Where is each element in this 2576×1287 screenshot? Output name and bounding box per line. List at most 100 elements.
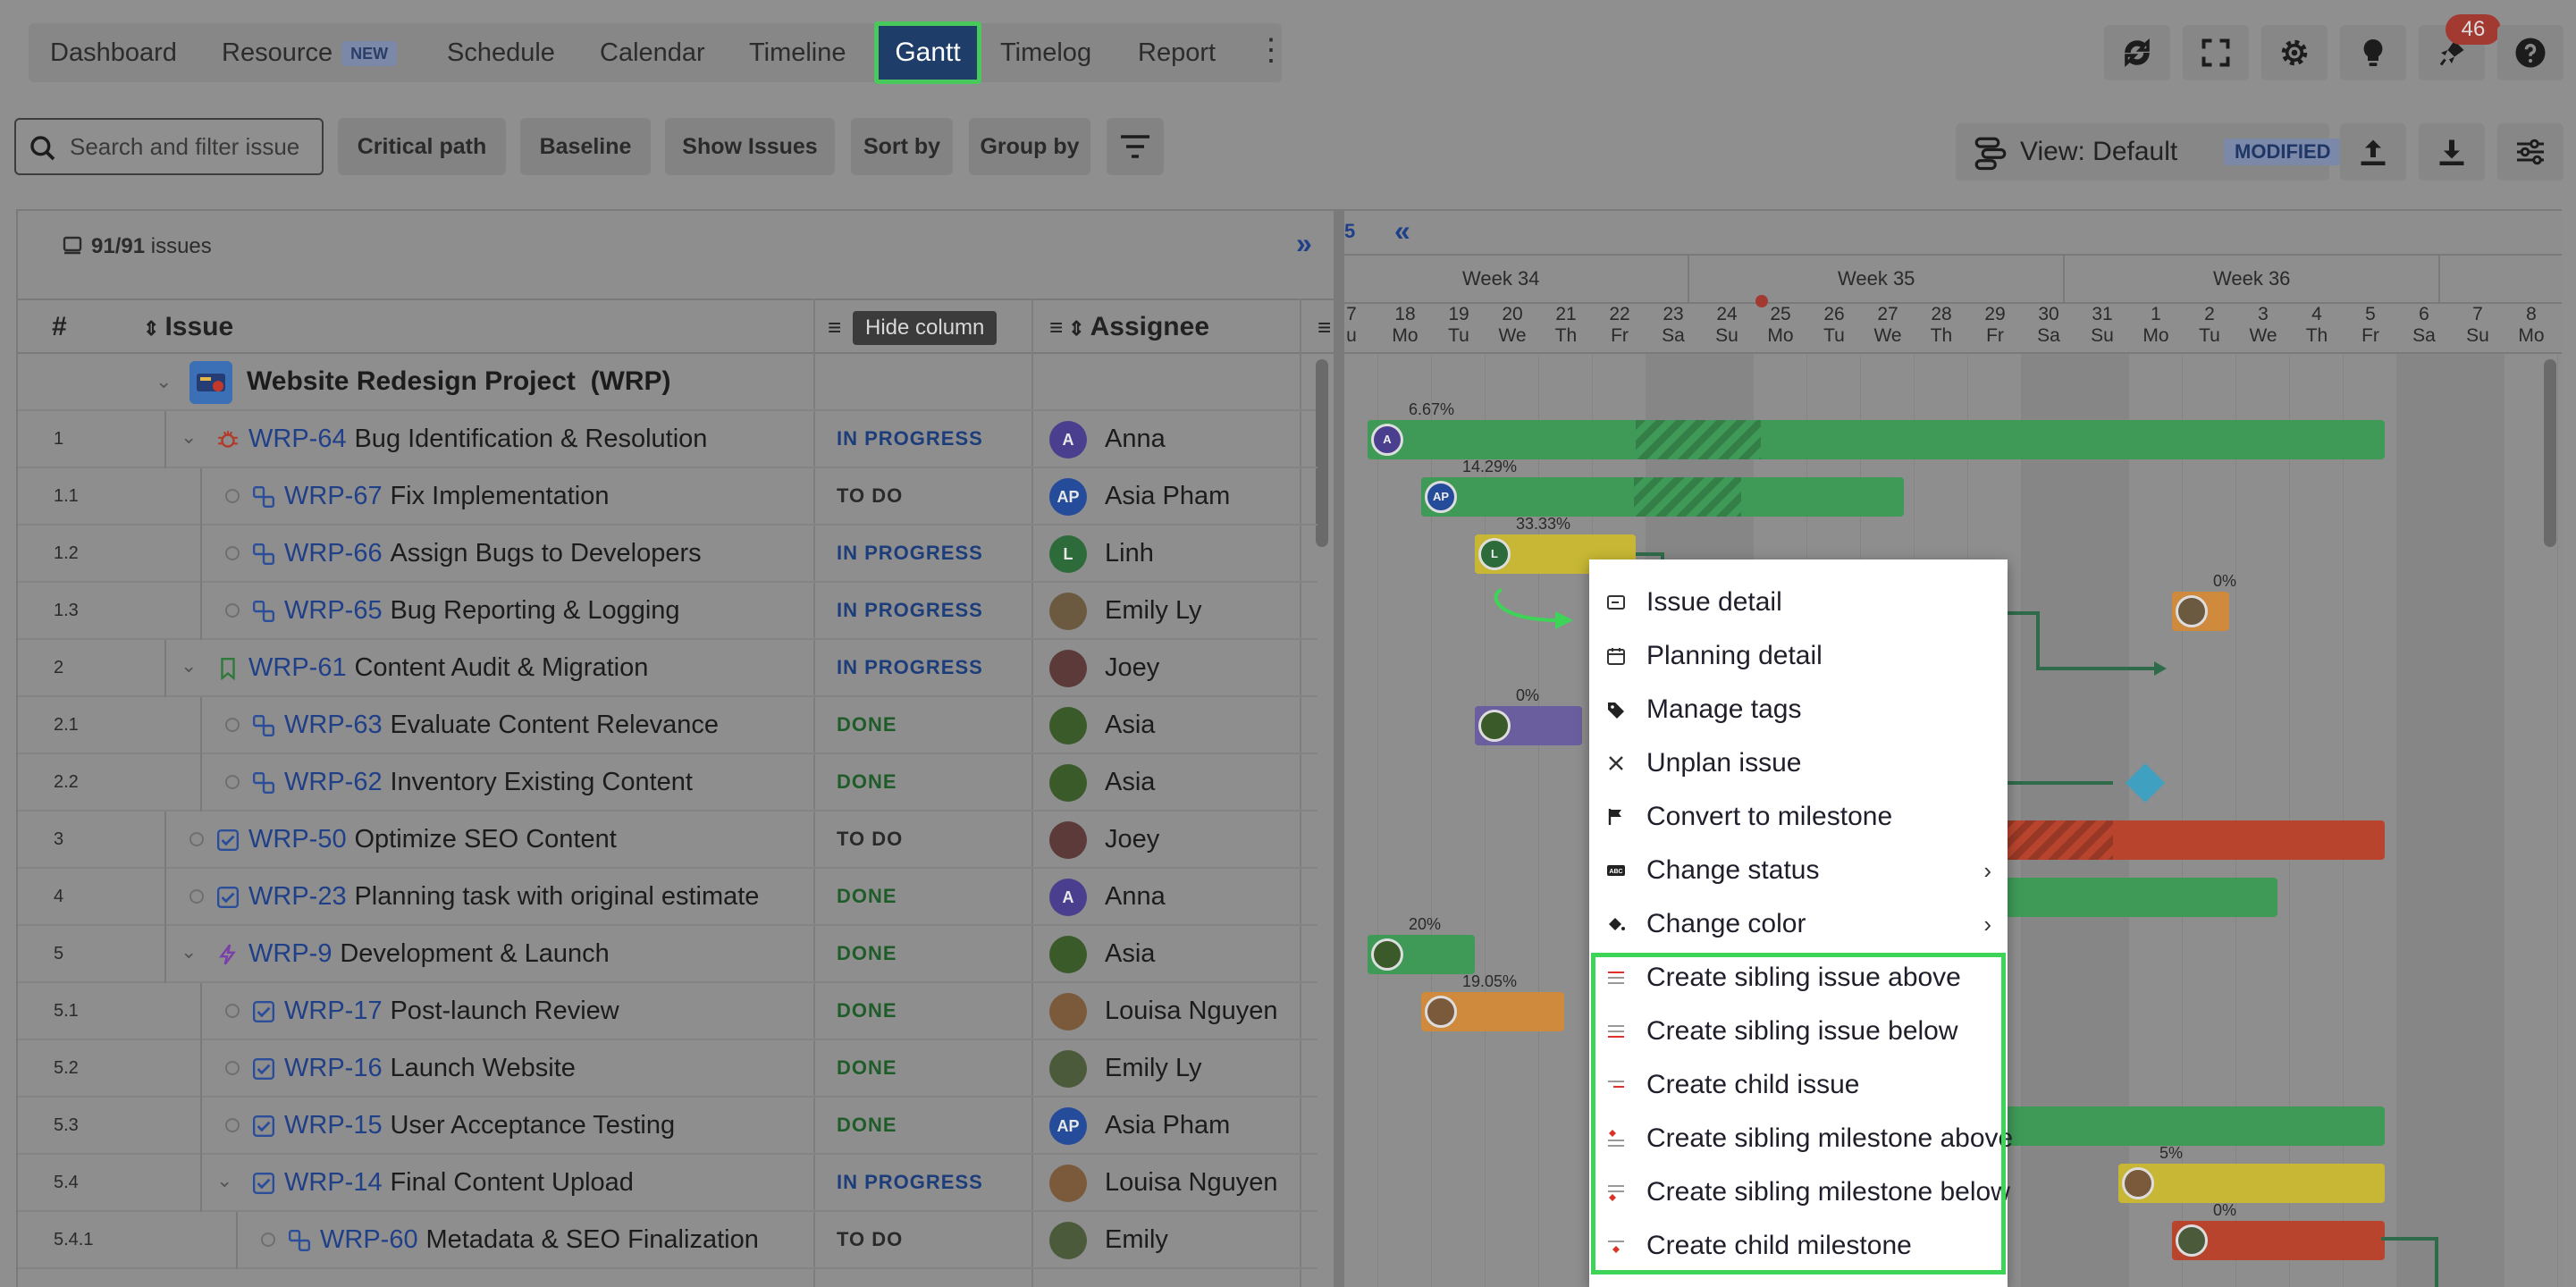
menu-item-planning-detail[interactable]: Planning detail <box>1589 629 2008 683</box>
column-header-assignee-label[interactable]: Assignee <box>1090 312 1209 341</box>
status-badge[interactable]: IN PROGRESS <box>837 411 983 467</box>
assignee-filter-icon[interactable]: ≡ <box>1049 314 1063 341</box>
tab-resource[interactable]: Resource NEW <box>222 23 398 82</box>
view-selector[interactable]: View: Default MODIFIED <box>1956 123 2342 181</box>
issue-key[interactable]: WRP-23 <box>248 882 347 911</box>
fullscreen-button[interactable] <box>2183 25 2249 80</box>
issue-title[interactable]: Optimize SEO Content <box>354 825 616 854</box>
status-badge[interactable]: TO DO <box>837 812 903 867</box>
gantt-settings-button[interactable] <box>2497 123 2563 181</box>
issue-text[interactable]: WRP-16 Launch Website <box>284 1040 576 1100</box>
menu-item-create-sibling-issue-below[interactable]: Create sibling issue below <box>1589 1005 2008 1058</box>
status-badge[interactable]: TO DO <box>837 468 903 524</box>
table-row[interactable]: 5 ⌄ WRP-9 Development & Launch DONE Asia <box>18 926 1317 983</box>
issue-text[interactable]: WRP-23 Planning task with original estim… <box>248 869 759 929</box>
tab-dashboard[interactable]: Dashboard <box>50 23 177 82</box>
table-row[interactable]: 5.4.1 WRP-60 Metadata & SEO Finalization T… <box>18 1212 1317 1269</box>
search-input[interactable] <box>70 129 311 164</box>
collapse-grid-icon[interactable]: » <box>1296 227 1312 260</box>
issue-title[interactable]: Content Audit & Migration <box>354 653 648 682</box>
grid-scrollbar[interactable] <box>1316 359 1328 547</box>
table-row[interactable]: 2 ⌄ WRP-61 Content Audit & Migration IN PRO… <box>18 640 1317 697</box>
table-row[interactable]: 2.1 WRP-63 Evaluate Content Relevance DONE… <box>18 697 1317 754</box>
issue-title[interactable]: Fix Implementation <box>390 482 609 510</box>
tab-calendar[interactable]: Calendar <box>600 23 705 82</box>
issue-title[interactable]: Assign Bugs to Developers <box>390 539 701 568</box>
show-issues-button[interactable]: Show Issues <box>665 118 835 175</box>
menu-item-unplan-issue[interactable]: Unplan issue <box>1589 736 2008 790</box>
issue-title[interactable]: Final Content Upload <box>390 1168 633 1197</box>
issue-key[interactable]: WRP-65 <box>284 596 383 625</box>
search-box[interactable] <box>14 118 324 175</box>
table-row[interactable]: 5.3 WRP-15 User Acceptance Testing DONE AP A… <box>18 1098 1317 1155</box>
dependency-arrow[interactable] <box>2154 661 2167 676</box>
tips-button[interactable] <box>2340 25 2406 80</box>
issue-key[interactable]: WRP-63 <box>284 711 383 739</box>
tab-resource-label[interactable]: Resource <box>222 38 333 67</box>
issue-key[interactable]: WRP-67 <box>284 482 383 510</box>
table-row[interactable]: 5.4 ⌄ WRP-14 Final Content Upload IN PROGRE… <box>18 1155 1317 1212</box>
tab-timeline[interactable]: Timeline <box>749 23 846 82</box>
issue-key[interactable]: WRP-60 <box>320 1225 418 1254</box>
status-badge[interactable]: TO DO <box>837 1212 903 1267</box>
gantt-scrollbar[interactable] <box>2544 359 2556 547</box>
issue-title[interactable]: User Acceptance Testing <box>390 1111 675 1140</box>
menu-item-create-sibling-milestone-below[interactable]: Create sibling milestone below <box>1589 1165 2010 1219</box>
status-badge[interactable]: DONE <box>837 926 897 981</box>
issue-text[interactable]: WRP-9 Development & Launch <box>248 926 610 986</box>
table-row[interactable]: 5.2 WRP-16 Launch Website DONE Emily Ly <box>18 1040 1317 1098</box>
status-badge[interactable]: DONE <box>837 1040 897 1096</box>
issue-text[interactable]: WRP-64 Bug Identification & Resolution <box>248 411 707 471</box>
issue-key[interactable]: WRP-17 <box>284 997 383 1025</box>
menu-item-create-child-milestone[interactable]: Create child milestone <box>1589 1219 2008 1273</box>
issue-text[interactable]: WRP-62 Inventory Existing Content <box>284 754 693 814</box>
issue-title[interactable]: Evaluate Content Relevance <box>390 711 719 739</box>
chevron-down-icon[interactable]: ⌄ <box>216 1169 232 1192</box>
table-row[interactable]: 4 WRP-23 Planning task with original esti… <box>18 869 1317 926</box>
issue-title[interactable]: Development & Launch <box>340 939 609 968</box>
next-column-filter-icon[interactable]: ≡ <box>1317 300 1331 354</box>
column-header-issue[interactable]: ⇕ Issue <box>143 300 233 354</box>
tab-gantt[interactable]: Gantt <box>874 21 981 84</box>
status-badge[interactable]: IN PROGRESS <box>837 583 983 638</box>
chevron-down-icon[interactable]: ⌄ <box>156 370 172 393</box>
issue-key[interactable]: WRP-62 <box>284 768 383 796</box>
chevron-down-icon[interactable]: ⌄ <box>181 654 197 677</box>
issue-title[interactable]: Bug Identification & Resolution <box>354 425 707 453</box>
import-button[interactable] <box>2419 123 2485 181</box>
settings-button[interactable] <box>2261 25 2328 80</box>
menu-item-change-status[interactable]: ABC Change status › <box>1589 844 2008 897</box>
baseline-button[interactable]: Baseline <box>520 118 651 175</box>
milestone-diamond-icon[interactable] <box>2126 763 2165 803</box>
status-badge[interactable]: DONE <box>837 983 897 1039</box>
issue-text[interactable]: WRP-66 Assign Bugs to Developers <box>284 526 702 585</box>
issue-text[interactable]: WRP-63 Evaluate Content Relevance <box>284 697 719 757</box>
table-row[interactable]: 2.2 WRP-62 Inventory Existing Content DONE… <box>18 754 1317 812</box>
export-button[interactable] <box>2340 123 2406 181</box>
table-row[interactable]: 1.1 WRP-67 Fix Implementation TO DO AP Asia … <box>18 468 1317 526</box>
chevron-down-icon[interactable]: ⌄ <box>181 425 197 449</box>
issue-text[interactable]: WRP-15 User Acceptance Testing <box>284 1098 675 1157</box>
issue-text[interactable]: WRP-67 Fix Implementation <box>284 468 609 528</box>
pane-splitter[interactable] <box>1334 209 1344 1287</box>
issue-key[interactable]: WRP-15 <box>284 1111 383 1140</box>
menu-item-change-color[interactable]: Change color › <box>1589 897 2008 951</box>
help-button[interactable] <box>2497 25 2563 80</box>
critical-path-button[interactable]: Critical path <box>338 118 506 175</box>
issue-key[interactable]: WRP-16 <box>284 1054 383 1082</box>
status-badge[interactable]: IN PROGRESS <box>837 640 983 695</box>
menu-item-issue-detail[interactable]: Issue detail <box>1589 576 2008 629</box>
table-row[interactable]: 1.2 WRP-66 Assign Bugs to Developers IN PR… <box>18 526 1317 583</box>
status-badge[interactable]: DONE <box>837 1098 897 1153</box>
status-badge[interactable]: DONE <box>837 697 897 753</box>
chevron-down-icon[interactable]: ⌄ <box>181 940 197 963</box>
tab-report[interactable]: Report <box>1138 23 1216 82</box>
issue-title[interactable]: Bug Reporting & Logging <box>390 596 679 625</box>
issue-key[interactable]: WRP-9 <box>248 939 332 968</box>
menu-item-create-sibling-issue-above[interactable]: Create sibling issue above <box>1589 951 2008 1005</box>
column-header-num[interactable]: # <box>52 300 67 354</box>
menu-item-manage-tags[interactable]: Manage tags <box>1589 683 2008 736</box>
status-badge[interactable]: DONE <box>837 754 897 810</box>
issue-text[interactable]: WRP-17 Post-launch Review <box>284 983 619 1043</box>
sort-by-button[interactable]: Sort by <box>851 118 953 175</box>
